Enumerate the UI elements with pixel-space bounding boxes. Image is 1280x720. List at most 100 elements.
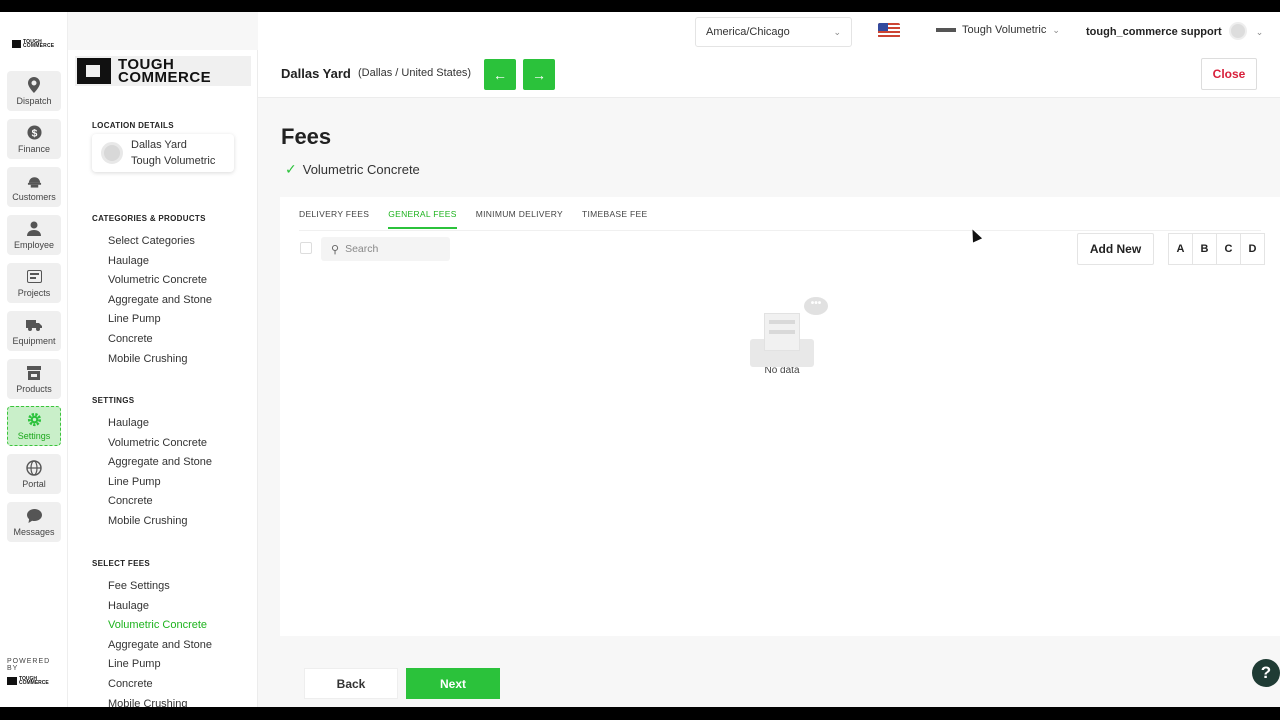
fees-item[interactable]: Fee Settings xyxy=(108,577,212,597)
tab-delivery-fees[interactable]: DELIVERY FEES xyxy=(299,209,369,229)
truck-icon xyxy=(26,317,42,333)
arrow-left-icon: ← xyxy=(493,66,507,83)
globe-icon xyxy=(26,459,42,476)
letter-filter-d[interactable]: D xyxy=(1240,233,1265,265)
location-sidebar: TOUGH COMMERCE LOCATION DETAILS Dallas Ya… xyxy=(68,50,258,707)
empty-inbox-icon: ••• xyxy=(750,297,830,372)
settings-item[interactable]: Line Pump xyxy=(108,473,212,493)
letter-filter-b[interactable]: B xyxy=(1192,233,1217,265)
letter-filter-c[interactable]: C xyxy=(1216,233,1241,265)
rail-item-portal[interactable]: Portal xyxy=(7,454,61,494)
chevron-down-icon: ⌄ xyxy=(1052,24,1060,35)
rail-item-label: Messages xyxy=(13,526,55,537)
us-flag-icon[interactable] xyxy=(878,23,900,38)
avatar xyxy=(1228,22,1247,40)
location-header: Dallas Yard (Dallas / United States) ← →… xyxy=(258,50,1280,98)
rail-logo: TOUGH COMMERCE xyxy=(12,39,56,48)
tab-minimum-delivery[interactable]: MINIMUM DELIVERY xyxy=(476,209,563,229)
settings-item[interactable]: Aggregate and Stone xyxy=(108,453,212,473)
location-card[interactable]: Dallas Yard Tough Volumetric xyxy=(92,134,234,172)
page-title: Fees xyxy=(281,124,332,149)
rail-item-finance[interactable]: $ Finance xyxy=(7,119,61,159)
chat-icon xyxy=(26,508,42,524)
timezone-select[interactable]: America/Chicago ⌄ xyxy=(695,17,852,47)
add-new-button[interactable]: Add New xyxy=(1077,233,1154,265)
letter-filter-a[interactable]: A xyxy=(1168,233,1193,265)
user-menu[interactable]: tough_commerce support ⌄ xyxy=(1086,22,1264,40)
previous-location-button[interactable]: ← xyxy=(484,59,516,90)
letter-filter-group: A B C D xyxy=(1168,233,1265,265)
gear-icon xyxy=(26,412,42,428)
fees-list: Fee Settings Haulage Volumetric Concrete… xyxy=(108,577,212,707)
rail-item-label: Customers xyxy=(12,191,56,202)
location-pin-icon xyxy=(26,76,42,93)
powered-logo: TOUGH COMMERCE xyxy=(7,677,63,686)
rail-item-projects[interactable]: Projects xyxy=(7,263,61,303)
rail-item-label: Employee xyxy=(13,239,55,250)
chevron-down-icon: ⌄ xyxy=(1255,26,1264,37)
fees-item[interactable]: Line Pump xyxy=(108,655,212,675)
rail-item-employee[interactable]: Employee xyxy=(7,215,61,255)
dollar-icon: $ xyxy=(26,125,42,141)
svg-text:$: $ xyxy=(31,128,37,139)
close-button[interactable]: Close xyxy=(1201,58,1257,90)
company-select[interactable]: Tough Volumetric ⌄ xyxy=(936,24,1060,36)
categories-list: Select Categories Haulage Volumetric Con… xyxy=(108,232,212,369)
section-heading-location-details: LOCATION DETAILS xyxy=(92,121,174,130)
selected-product: ✓ Volumetric Concrete xyxy=(285,161,420,177)
settings-item[interactable]: Mobile Crushing xyxy=(108,512,212,532)
categories-item[interactable]: Line Pump xyxy=(108,310,212,330)
fees-item[interactable]: Mobile Crushing xyxy=(108,695,212,707)
select-all-checkbox[interactable] xyxy=(300,242,312,254)
categories-item[interactable]: Aggregate and Stone xyxy=(108,291,212,311)
search-input[interactable] xyxy=(345,243,436,255)
tab-timebase-fee[interactable]: TIMEBASE FEE xyxy=(582,209,647,229)
help-button[interactable]: ? xyxy=(1252,659,1280,687)
section-heading-select-fees: SELECT FEES xyxy=(92,559,150,568)
powered-by: POWERED BY TOUGH COMMERCE xyxy=(7,658,63,686)
settings-item[interactable]: Volumetric Concrete xyxy=(108,434,212,454)
fees-item-active[interactable]: Volumetric Concrete xyxy=(108,616,212,636)
rail-item-messages[interactable]: Messages xyxy=(7,502,61,542)
store-icon xyxy=(26,365,42,381)
rail-item-dispatch[interactable]: Dispatch xyxy=(7,71,61,111)
next-button[interactable]: Next xyxy=(406,668,500,699)
location-subtitle: (Dallas / United States) xyxy=(358,67,472,79)
section-heading-settings: SETTINGS xyxy=(92,396,135,405)
fees-item[interactable]: Concrete xyxy=(108,675,212,695)
next-location-button[interactable]: → xyxy=(523,59,555,90)
categories-item[interactable]: Concrete xyxy=(108,330,212,350)
rail-item-settings[interactable]: Settings xyxy=(7,406,61,446)
fees-panel: DELIVERY FEES GENERAL FEES MINIMUM DELIV… xyxy=(280,197,1280,636)
categories-item[interactable]: Haulage xyxy=(108,252,212,272)
categories-item[interactable]: Volumetric Concrete xyxy=(108,271,212,291)
search-icon: ⚲ xyxy=(331,243,340,256)
arrow-right-icon: → xyxy=(532,66,546,83)
categories-item[interactable]: Mobile Crushing xyxy=(108,350,212,370)
projects-icon xyxy=(26,269,42,285)
rail-item-label: Projects xyxy=(17,287,51,298)
company-logo xyxy=(936,28,956,32)
chevron-down-icon: ⌄ xyxy=(833,27,841,37)
top-bar: America/Chicago ⌄ Tough Volumetric ⌄ tou… xyxy=(258,12,1280,50)
fees-item[interactable]: Haulage xyxy=(108,597,212,617)
settings-item[interactable]: Haulage xyxy=(108,414,212,434)
empty-state: ••• No data xyxy=(750,297,830,376)
location-card-company: Tough Volumetric xyxy=(131,155,216,167)
tab-divider xyxy=(299,230,1261,231)
rail-item-products[interactable]: Products xyxy=(7,359,61,399)
location-title: Dallas Yard xyxy=(281,66,351,81)
fees-item[interactable]: Aggregate and Stone xyxy=(108,636,212,656)
rail-item-label: Dispatch xyxy=(16,95,52,106)
search-box: ⚲ xyxy=(321,237,450,261)
rail-item-label: Settings xyxy=(17,430,51,441)
fee-tabs: DELIVERY FEES GENERAL FEES MINIMUM DELIV… xyxy=(299,209,647,229)
settings-item[interactable]: Concrete xyxy=(108,492,212,512)
rail-item-customers[interactable]: Customers xyxy=(7,167,61,207)
person-icon xyxy=(26,221,42,237)
tab-general-fees[interactable]: GENERAL FEES xyxy=(388,209,457,229)
rail-item-equipment[interactable]: Equipment xyxy=(7,311,61,351)
categories-item[interactable]: Select Categories xyxy=(108,232,212,252)
back-button[interactable]: Back xyxy=(304,668,398,699)
brand-logo: TOUGH COMMERCE xyxy=(75,56,251,86)
